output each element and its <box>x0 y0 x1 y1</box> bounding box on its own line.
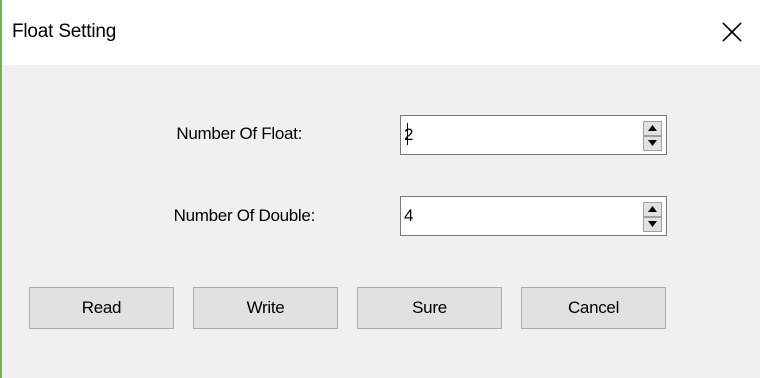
sure-button[interactable]: Sure <box>357 287 502 329</box>
arrow-up-icon <box>648 125 657 131</box>
double-count-stepper[interactable] <box>400 196 667 236</box>
double-increment-button[interactable] <box>643 202 662 217</box>
float-setting-dialog: Float Setting Number Of Float: Number <box>0 0 760 378</box>
double-decrement-button[interactable] <box>643 217 662 232</box>
float-count-input[interactable] <box>404 125 624 145</box>
arrow-down-icon <box>648 221 657 227</box>
window-title: Float Setting <box>12 21 117 42</box>
float-count-stepper[interactable] <box>400 115 667 155</box>
close-button[interactable] <box>708 0 760 65</box>
float-increment-button[interactable] <box>643 121 662 136</box>
arrow-down-icon <box>648 140 657 146</box>
arrow-up-icon <box>648 206 657 212</box>
close-icon <box>722 22 742 42</box>
double-count-label: Number Of Double: <box>173 206 316 225</box>
read-button[interactable]: Read <box>29 287 174 329</box>
float-decrement-button[interactable] <box>643 136 662 151</box>
write-button[interactable]: Write <box>193 287 338 329</box>
text-caret <box>407 123 408 145</box>
cancel-button[interactable]: Cancel <box>521 287 666 329</box>
float-count-label: Number Of Float: <box>176 124 302 143</box>
title-bar[interactable]: Float Setting <box>2 0 760 65</box>
float-spin-buttons <box>643 121 662 151</box>
double-count-input[interactable] <box>404 206 624 226</box>
double-spin-buttons <box>643 202 662 232</box>
